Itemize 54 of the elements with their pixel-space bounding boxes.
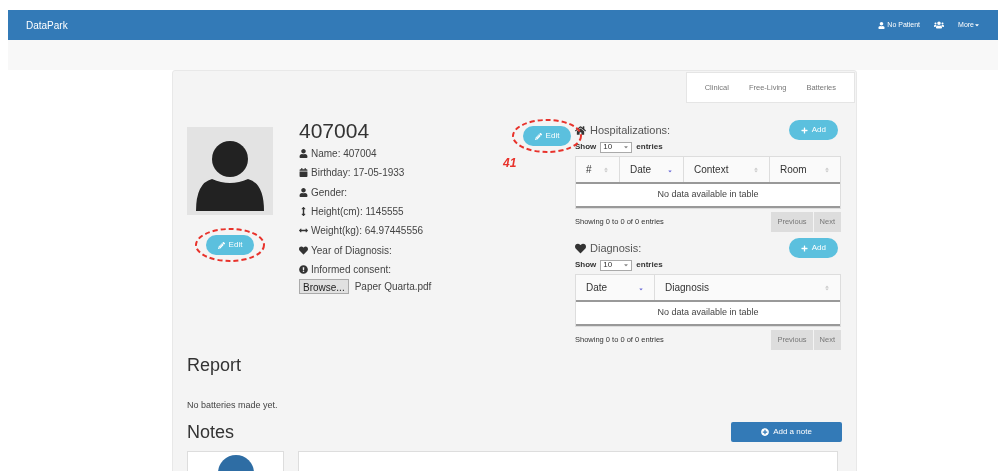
patient-field: Year of Diagnosis: bbox=[311, 242, 392, 258]
caret-icon bbox=[623, 262, 630, 268]
column-header[interactable]: Diagnosis bbox=[655, 275, 840, 300]
column-header[interactable]: Room bbox=[770, 157, 840, 182]
info-icon bbox=[299, 264, 308, 274]
vertical-arrow-icon bbox=[299, 207, 308, 217]
patient-field: Gender: bbox=[311, 184, 348, 200]
column-header[interactable]: Date bbox=[576, 275, 655, 300]
column-header[interactable]: Context bbox=[684, 157, 770, 182]
report-heading: Report bbox=[187, 354, 243, 377]
page-size-select[interactable]: 10 bbox=[600, 259, 633, 271]
patient-field: Birthday: 17-05-1933 bbox=[311, 165, 405, 181]
patient-id-heading: 407004 bbox=[299, 118, 371, 144]
column-header[interactable]: # bbox=[576, 157, 620, 182]
sort-icon bbox=[603, 166, 609, 173]
entries-label: entries bbox=[636, 259, 663, 271]
browse-button[interactable]: Browse... bbox=[299, 279, 349, 295]
heart-icon bbox=[575, 242, 586, 254]
column-header[interactable]: Date bbox=[620, 157, 684, 182]
pencil-icon bbox=[534, 132, 542, 140]
show-label: Show bbox=[575, 141, 597, 153]
section-title: Hospitalizations: bbox=[590, 122, 671, 138]
brand-link[interactable]: DataPark bbox=[26, 17, 68, 33]
plus-icon bbox=[800, 244, 808, 252]
patient-field: Height(cm): 1145555 bbox=[311, 204, 404, 220]
patient-field: Informed consent: bbox=[311, 261, 392, 277]
file-name: Paper Quarta.pdf bbox=[354, 280, 432, 295]
heart-icon bbox=[299, 245, 308, 255]
annotation-number: 41 bbox=[503, 155, 517, 172]
plus-icon bbox=[800, 126, 808, 134]
sort-icon bbox=[753, 166, 759, 173]
user-icon bbox=[878, 21, 886, 29]
show-label: Show bbox=[575, 259, 597, 271]
report-text: No batteries made yet. bbox=[187, 399, 279, 412]
patient-field: Weight(kg): 64.97445556 bbox=[311, 223, 424, 239]
caret-icon bbox=[623, 144, 630, 150]
user-icon bbox=[299, 149, 308, 159]
sort-icon bbox=[824, 166, 830, 173]
empty-table-message: No data available in table bbox=[576, 184, 840, 208]
notes-heading: Notes bbox=[187, 420, 235, 444]
pencil-icon bbox=[217, 241, 225, 249]
section-title: Diagnosis: bbox=[590, 240, 642, 256]
sort-icon bbox=[824, 284, 830, 291]
user-icon bbox=[299, 187, 308, 197]
users-icon[interactable] bbox=[934, 20, 945, 30]
patient-field: Name: 407004 bbox=[311, 146, 377, 162]
calendar-icon bbox=[299, 168, 308, 178]
entries-label: entries bbox=[636, 141, 663, 153]
add-note-button[interactable]: Add a note bbox=[731, 422, 842, 442]
caret-icon bbox=[974, 22, 980, 28]
page-size-select[interactable]: 10 bbox=[600, 141, 633, 153]
dashed-ellipse-drawing bbox=[194, 227, 266, 263]
empty-table-message: No data available in table bbox=[576, 302, 840, 326]
home-icon bbox=[575, 124, 586, 136]
